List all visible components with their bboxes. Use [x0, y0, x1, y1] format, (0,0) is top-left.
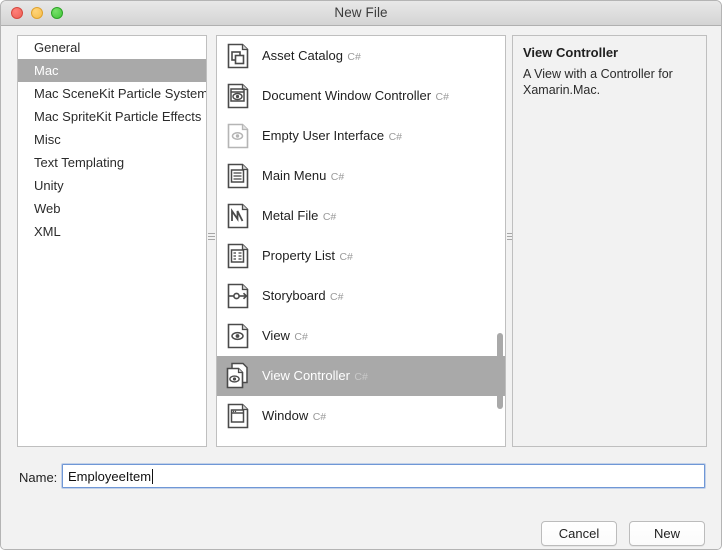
template-language: C# — [354, 371, 368, 383]
category-label: Text Templating — [34, 155, 125, 170]
category-label: General — [34, 40, 81, 55]
document-window-controller-icon — [223, 81, 253, 111]
template-item-view-controller[interactable]: View Controller C# — [217, 356, 505, 396]
template-list-scrollbar[interactable] — [496, 37, 504, 446]
category-label: Misc — [34, 132, 61, 147]
splitter-grip-icon — [208, 233, 215, 242]
template-name: Property List — [262, 248, 335, 263]
template-language: C# — [330, 171, 345, 183]
dialog-buttons: Cancel New — [541, 521, 705, 546]
category-item-mac[interactable]: Mac — [18, 59, 206, 82]
asset-catalog-icon — [223, 41, 253, 71]
template-language: C# — [330, 291, 344, 303]
category-label: Mac — [34, 63, 59, 78]
titlebar: New File — [1, 1, 721, 26]
name-label: Name: — [19, 470, 58, 485]
panes: General Mac Mac SceneKit Particle System… — [17, 35, 707, 447]
view-controller-icon — [223, 361, 253, 391]
template-item-empty-user-interface[interactable]: Empty User Interface C# — [217, 116, 505, 156]
category-label: Web — [34, 201, 61, 216]
main-menu-icon — [223, 161, 253, 191]
template-name: Window — [262, 408, 309, 423]
template-item-view[interactable]: View C# — [217, 316, 505, 356]
view-icon — [223, 321, 253, 351]
template-list[interactable]: Asset Catalog C# Document Window Control… — [216, 35, 506, 447]
category-item-text-templating[interactable]: Text Templating — [18, 151, 206, 174]
window-title: New File — [334, 5, 388, 20]
template-language: C# — [294, 331, 308, 343]
cancel-button[interactable]: Cancel — [541, 521, 617, 546]
category-item-xml[interactable]: XML — [18, 220, 206, 243]
template-text: Asset Catalog C# — [262, 47, 361, 65]
window-icon — [223, 401, 253, 431]
template-text: View Controller C# — [262, 367, 368, 385]
template-name: View Controller — [262, 368, 350, 383]
category-label: Unity — [34, 178, 64, 193]
property-list-icon — [223, 241, 253, 271]
storyboard-icon — [223, 281, 253, 311]
template-name: Document Window Controller — [262, 88, 432, 103]
name-input-value: EmployeeItem — [68, 468, 152, 484]
category-label: XML — [34, 224, 61, 239]
template-name: Asset Catalog — [262, 48, 343, 63]
template-item-window[interactable]: Window C# — [217, 396, 505, 436]
new-file-dialog: New File General Mac Mac SceneKit Partic… — [0, 0, 722, 550]
name-row: Name: EmployeeItem — [1, 464, 721, 492]
template-language: C# — [339, 251, 353, 263]
template-language: C# — [347, 51, 361, 63]
category-item-mac-spritekit-particle-effects[interactable]: Mac SpriteKit Particle Effects — [18, 105, 206, 128]
splitter-left[interactable] — [207, 35, 216, 447]
category-label: Mac SceneKit Particle Systems — [34, 86, 206, 101]
template-text: Property List C# — [262, 247, 353, 265]
category-item-unity[interactable]: Unity — [18, 174, 206, 197]
template-text: Empty User Interface C# — [262, 127, 402, 145]
scrollbar-thumb[interactable] — [497, 333, 503, 409]
template-text: Document Window Controller C# — [262, 87, 449, 105]
template-detail-pane: View Controller A View with a Controller… — [512, 35, 707, 447]
category-list[interactable]: General Mac Mac SceneKit Particle System… — [17, 35, 207, 447]
category-item-web[interactable]: Web — [18, 197, 206, 220]
category-item-mac-scenekit-particle-systems[interactable]: Mac SceneKit Particle Systems — [18, 82, 206, 105]
new-button[interactable]: New — [629, 521, 705, 546]
template-name: Main Menu — [262, 168, 327, 183]
template-language: C# — [388, 131, 402, 143]
empty-user-interface-icon — [223, 121, 253, 151]
category-item-general[interactable]: General — [18, 36, 206, 59]
template-item-storyboard[interactable]: Storyboard C# — [217, 276, 505, 316]
template-name: Empty User Interface — [262, 128, 385, 143]
metal-file-icon — [223, 201, 253, 231]
template-item-metal-file[interactable]: Metal File C# — [217, 196, 505, 236]
template-item-document-window-controller[interactable]: Document Window Controller C# — [217, 76, 505, 116]
text-cursor — [152, 468, 154, 484]
template-item-main-menu[interactable]: Main Menu C# — [217, 156, 505, 196]
template-text: Storyboard C# — [262, 287, 343, 305]
template-language: C# — [312, 411, 327, 423]
template-item-asset-catalog[interactable]: Asset Catalog C# — [217, 36, 505, 76]
template-text: Main Menu C# — [262, 167, 344, 185]
template-name: Storyboard — [262, 288, 326, 303]
template-name: Metal File — [262, 208, 319, 223]
template-text: Window C# — [262, 407, 326, 425]
template-language: C# — [435, 91, 449, 103]
template-name: View — [262, 328, 290, 343]
template-item-property-list[interactable]: Property List C# — [217, 236, 505, 276]
template-text: Metal File C# — [262, 207, 336, 225]
category-label: Mac SpriteKit Particle Effects — [34, 109, 202, 124]
detail-title: View Controller — [523, 45, 619, 60]
detail-description: A View with a Controller for Xamarin.Mac… — [523, 67, 673, 97]
template-language: C# — [322, 211, 337, 223]
name-input[interactable]: EmployeeItem — [62, 464, 705, 488]
template-text: View C# — [262, 327, 308, 345]
category-item-misc[interactable]: Misc — [18, 128, 206, 151]
dialog-body: General Mac Mac SceneKit Particle System… — [1, 26, 721, 549]
